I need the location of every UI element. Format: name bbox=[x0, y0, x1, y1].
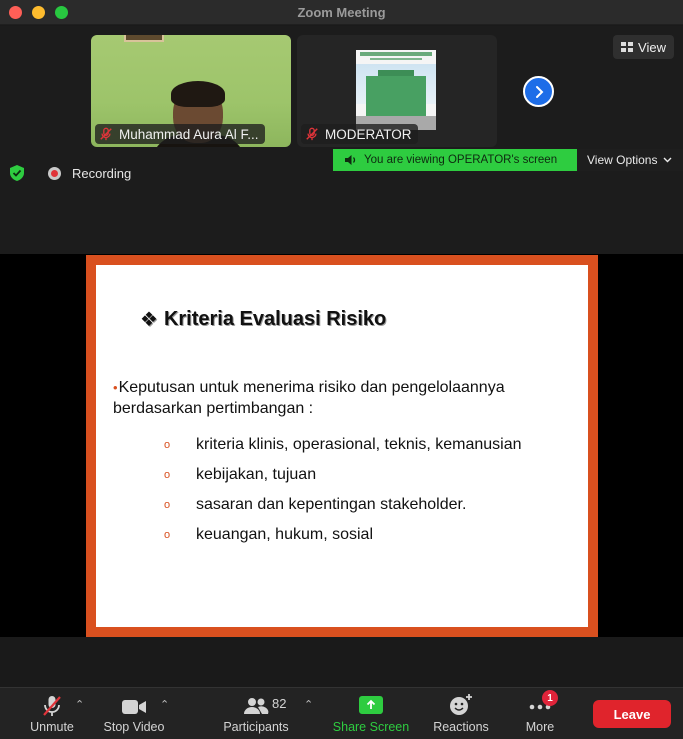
view-button-label: View bbox=[638, 39, 666, 55]
more-label: More bbox=[525, 720, 555, 734]
participant-tile-video[interactable]: Muhammad Aura Al F... bbox=[91, 35, 291, 147]
participant-tile-moderator[interactable]: MODERATOR bbox=[297, 35, 497, 147]
video-camera-icon bbox=[122, 700, 146, 714]
participants-button[interactable]: 82 Participants bbox=[218, 688, 294, 739]
meeting-toolbar: Unmute ⌃ Stop Video ⌃ 82 Participants ⌃ … bbox=[0, 687, 683, 739]
participants-options-caret-icon[interactable]: ⌃ bbox=[304, 698, 313, 711]
slide-main-point: •Keputusan untuk menerima risiko dan pen… bbox=[113, 377, 583, 419]
view-options-label: View Options bbox=[587, 153, 658, 167]
participant-name-tag: Muhammad Aura Al F... bbox=[95, 124, 265, 144]
bullet-dot-icon: • bbox=[113, 380, 118, 395]
video-options-caret-icon[interactable]: ⌃ bbox=[160, 698, 169, 711]
slide-sub-points: o kriteria klinis, operasional, teknis, k… bbox=[164, 430, 521, 550]
diamond-bullet-icon: ❖ bbox=[140, 309, 158, 331]
participants-count: 82 bbox=[272, 696, 287, 711]
unmute-button[interactable]: Unmute bbox=[24, 688, 80, 739]
circle-bullet-icon: o bbox=[164, 469, 171, 481]
stop-video-button[interactable]: Stop Video bbox=[98, 688, 170, 739]
view-options-dropdown[interactable]: View Options bbox=[577, 149, 683, 171]
viewing-screen-text: You are viewing OPERATOR's screen bbox=[364, 154, 558, 166]
share-screen-icon bbox=[359, 696, 383, 714]
speaker-icon bbox=[345, 155, 356, 165]
recording-icon bbox=[48, 167, 61, 180]
participant-hair bbox=[171, 81, 225, 107]
circle-bullet-icon: o bbox=[164, 499, 171, 511]
circle-bullet-icon: o bbox=[164, 529, 171, 541]
participants-label: Participants bbox=[223, 720, 289, 734]
slide-title: ❖ Kriteria Evaluasi Risiko bbox=[140, 307, 386, 332]
more-button[interactable]: 1 More bbox=[514, 688, 566, 739]
participants-icon bbox=[244, 698, 269, 714]
reactions-label: Reactions bbox=[433, 720, 489, 734]
slide-main-point-text: Keputusan untuk menerima risiko dan peng… bbox=[113, 379, 505, 417]
participant-name: MODERATOR bbox=[325, 126, 412, 142]
presentation-slide: ❖ Kriteria Evaluasi Risiko •Keputusan un… bbox=[86, 255, 598, 637]
moderator-profile-picture bbox=[356, 50, 436, 130]
notification-badge: 1 bbox=[542, 690, 558, 706]
share-screen-label: Share Screen bbox=[332, 720, 410, 734]
unmute-label: Unmute bbox=[30, 720, 74, 734]
mic-muted-icon bbox=[43, 696, 61, 716]
shared-screen: ❖ Kriteria Evaluasi Risiko •Keputusan un… bbox=[0, 254, 683, 637]
leave-button[interactable]: Leave bbox=[593, 700, 671, 728]
list-item: o kriteria klinis, operasional, teknis, k… bbox=[164, 436, 522, 453]
view-button[interactable]: View bbox=[613, 35, 674, 59]
list-item: o keuangan, hukum, sosial bbox=[164, 526, 373, 543]
reactions-button[interactable]: Reactions bbox=[428, 688, 494, 739]
participant-name-tag: MODERATOR bbox=[301, 124, 418, 144]
mic-muted-icon bbox=[306, 127, 318, 141]
next-page-button[interactable] bbox=[523, 76, 554, 107]
circle-bullet-icon: o bbox=[164, 439, 171, 451]
viewing-screen-banner: You are viewing OPERATOR's screen bbox=[333, 149, 577, 171]
list-item: o kebijakan, tujuan bbox=[164, 466, 317, 483]
list-item: o sasaran dan kepentingan stakeholder. bbox=[164, 496, 467, 513]
window-title: Zoom Meeting bbox=[297, 5, 386, 20]
participant-strip: Muhammad Aura Al F... MODERATOR View Rec… bbox=[0, 26, 683, 254]
chevron-right-icon bbox=[535, 85, 543, 98]
chevron-down-icon bbox=[663, 157, 672, 163]
emoji-plus-icon bbox=[450, 694, 472, 715]
slide-title-text: Kriteria Evaluasi Risiko bbox=[163, 308, 387, 330]
title-bar: Zoom Meeting bbox=[0, 0, 683, 25]
recording-label: Recording bbox=[72, 166, 132, 181]
stop-video-label: Stop Video bbox=[103, 720, 165, 734]
share-screen-button[interactable]: Share Screen bbox=[328, 688, 414, 739]
security-shield-icon[interactable] bbox=[8, 164, 26, 182]
audio-options-caret-icon[interactable]: ⌃ bbox=[75, 698, 84, 711]
slide-content: ❖ Kriteria Evaluasi Risiko •Keputusan un… bbox=[96, 265, 588, 627]
participant-name: Muhammad Aura Al F... bbox=[119, 126, 259, 142]
wall-frame bbox=[124, 35, 164, 42]
grid-icon bbox=[621, 41, 634, 52]
mic-muted-icon bbox=[100, 127, 112, 141]
